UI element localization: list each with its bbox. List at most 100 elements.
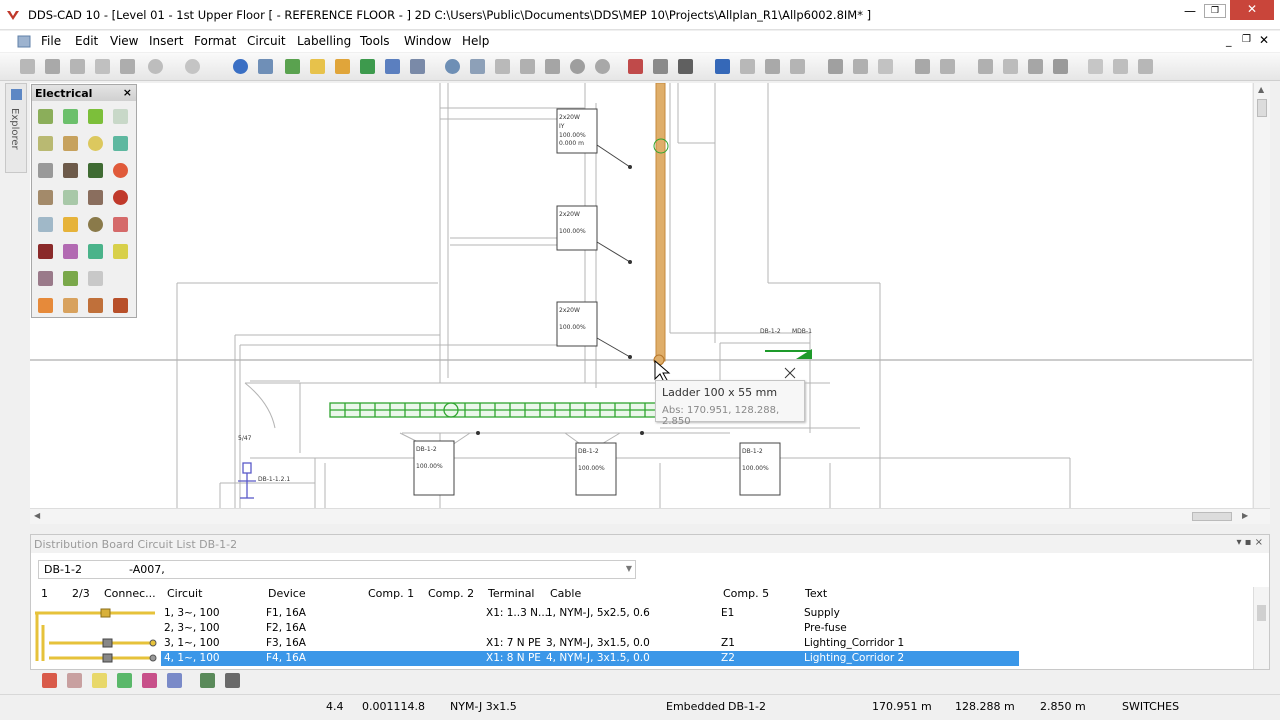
cable-ladder[interactable]: [653, 83, 669, 366]
measure-icon[interactable]: [1028, 59, 1043, 74]
mdi-close-button[interactable]: ✕: [1259, 33, 1269, 47]
table-row[interactable]: 1, 3~, 100 F1, 16A X1: 1..3 N... 1, NYM-…: [161, 606, 1019, 621]
zoom-window-icon[interactable]: [410, 59, 425, 74]
list-scroll-thumb[interactable]: [1257, 605, 1266, 621]
tray-icon[interactable]: [38, 136, 53, 151]
close-button[interactable]: ✕: [1230, 0, 1274, 20]
menu-tools[interactable]: Tools: [360, 34, 390, 48]
dimension-icon[interactable]: [1053, 59, 1068, 74]
col-comp5[interactable]: Comp. 5: [723, 587, 769, 600]
distribution-board-icon[interactable]: [38, 109, 53, 124]
horizontal-scrollbar[interactable]: ◀ ▶: [30, 508, 1270, 524]
settings-icon[interactable]: [1138, 59, 1153, 74]
mdi-minimize-button[interactable]: _: [1226, 34, 1232, 47]
branch-icon[interactable]: [88, 109, 103, 124]
sensor-icon[interactable]: [113, 244, 128, 259]
shade-icon[interactable]: [595, 59, 610, 74]
panel-icon[interactable]: [38, 163, 53, 178]
horizontal-scroll-thumb[interactable]: [1192, 512, 1232, 521]
camera-icon[interactable]: [38, 217, 53, 232]
split-icon[interactable]: [142, 673, 157, 688]
layer-icon[interactable]: [310, 59, 325, 74]
zoom-extents-icon[interactable]: [470, 59, 485, 74]
mdi-restore-button[interactable]: ❐: [1242, 34, 1251, 45]
height-icon[interactable]: [678, 59, 693, 74]
col-device[interactable]: Device: [268, 587, 306, 600]
lock-icon[interactable]: [335, 59, 350, 74]
box-icon[interactable]: [545, 59, 560, 74]
route-icon[interactable]: [715, 59, 730, 74]
speaker-icon[interactable]: [88, 217, 103, 232]
scroll-up-icon[interactable]: ▲: [1258, 85, 1264, 94]
new-icon[interactable]: [20, 59, 35, 74]
menu-insert[interactable]: Insert: [149, 34, 183, 48]
tray-icon[interactable]: [740, 59, 755, 74]
menu-edit[interactable]: Edit: [75, 34, 98, 48]
heater-icon[interactable]: [113, 298, 128, 313]
col-text[interactable]: Text: [805, 587, 827, 600]
scroll-left-icon[interactable]: ◀: [34, 511, 40, 520]
connection-diagram[interactable]: [31, 605, 161, 667]
menu-file[interactable]: File: [41, 34, 61, 48]
cable-tray[interactable]: [329, 402, 661, 418]
save-icon[interactable]: [45, 59, 60, 74]
wire-icon[interactable]: [38, 190, 53, 205]
export-icon[interactable]: [42, 673, 57, 688]
document-icon[interactable]: [17, 35, 31, 48]
grid-icon[interactable]: [285, 59, 300, 74]
vertical-scroll-thumb[interactable]: [1257, 99, 1267, 117]
report-icon[interactable]: [1113, 59, 1128, 74]
socket-icon[interactable]: [88, 163, 103, 178]
explorer-tab[interactable]: Explorer: [5, 83, 27, 173]
print-icon[interactable]: [120, 59, 135, 74]
plug-icon[interactable]: [63, 163, 78, 178]
drawing-canvas[interactable]: 2x20W IY 100.00% 0.000 m 2x20W 100.00% 2…: [30, 83, 1252, 508]
antenna-icon[interactable]: [113, 109, 128, 124]
list-scrollbar[interactable]: [1253, 587, 1269, 669]
save-all-icon[interactable]: [70, 59, 85, 74]
up-icon[interactable]: [828, 59, 843, 74]
symbol-icon[interactable]: [978, 59, 993, 74]
menu-circuit[interactable]: Circuit: [247, 34, 286, 48]
insert-symbol-icon[interactable]: [1003, 59, 1018, 74]
vertical-scrollbar[interactable]: ▲: [1253, 83, 1270, 508]
chart-icon[interactable]: [167, 673, 182, 688]
fire-panel-icon[interactable]: [38, 244, 53, 259]
col-comp2[interactable]: Comp. 2: [428, 587, 474, 600]
chevron-down-icon[interactable]: ▼: [626, 564, 632, 573]
zoom-in-icon[interactable]: [445, 59, 460, 74]
select-icon[interactable]: [233, 59, 248, 74]
corner-icon[interactable]: [63, 136, 78, 151]
menu-help[interactable]: Help: [462, 34, 489, 48]
cabinet-icon[interactable]: [878, 59, 893, 74]
table-row-selected[interactable]: 4, 1~, 100 F4, 16A X1: 8 N PE 4, NYM-J, …: [161, 651, 1019, 666]
snap-icon[interactable]: [258, 59, 273, 74]
generator-icon[interactable]: [63, 271, 78, 286]
data-icon[interactable]: [88, 244, 103, 259]
switch-symbol-icon[interactable]: [238, 462, 256, 499]
motor-icon[interactable]: [88, 298, 103, 313]
connect-icon[interactable]: [853, 59, 868, 74]
board-selector[interactable]: DB-1-2 -A007, ▼: [38, 560, 636, 579]
pipe-icon[interactable]: [940, 59, 955, 74]
transformer-icon[interactable]: [38, 271, 53, 286]
floor-plan[interactable]: 2x20W IY 100.00% 0.000 m 2x20W 100.00% 2…: [30, 83, 1252, 508]
align-icon[interactable]: [653, 59, 668, 74]
col-terminal[interactable]: Terminal: [488, 587, 535, 600]
menu-format[interactable]: Format: [194, 34, 236, 48]
close-list-icon[interactable]: [225, 673, 240, 688]
redo-icon[interactable]: [185, 59, 200, 74]
col-connection[interactable]: Connec...: [104, 587, 156, 600]
palette-close-button[interactable]: ×: [123, 86, 132, 99]
bell-icon[interactable]: [63, 217, 78, 232]
bend-icon[interactable]: [765, 59, 780, 74]
col-circuit[interactable]: Circuit: [167, 587, 202, 600]
curve-icon[interactable]: [63, 190, 78, 205]
cut-view-icon[interactable]: [495, 59, 510, 74]
col-2-3[interactable]: 2/3: [72, 587, 90, 600]
heart-icon[interactable]: [113, 136, 128, 151]
box-icon[interactable]: [88, 190, 103, 205]
table-row[interactable]: 3, 1~, 100 F3, 16A X1: 7 N PE 3, NYM-J, …: [161, 636, 1019, 651]
search-symbol-icon[interactable]: [88, 271, 103, 286]
maximize-button[interactable]: ❐: [1204, 4, 1226, 18]
